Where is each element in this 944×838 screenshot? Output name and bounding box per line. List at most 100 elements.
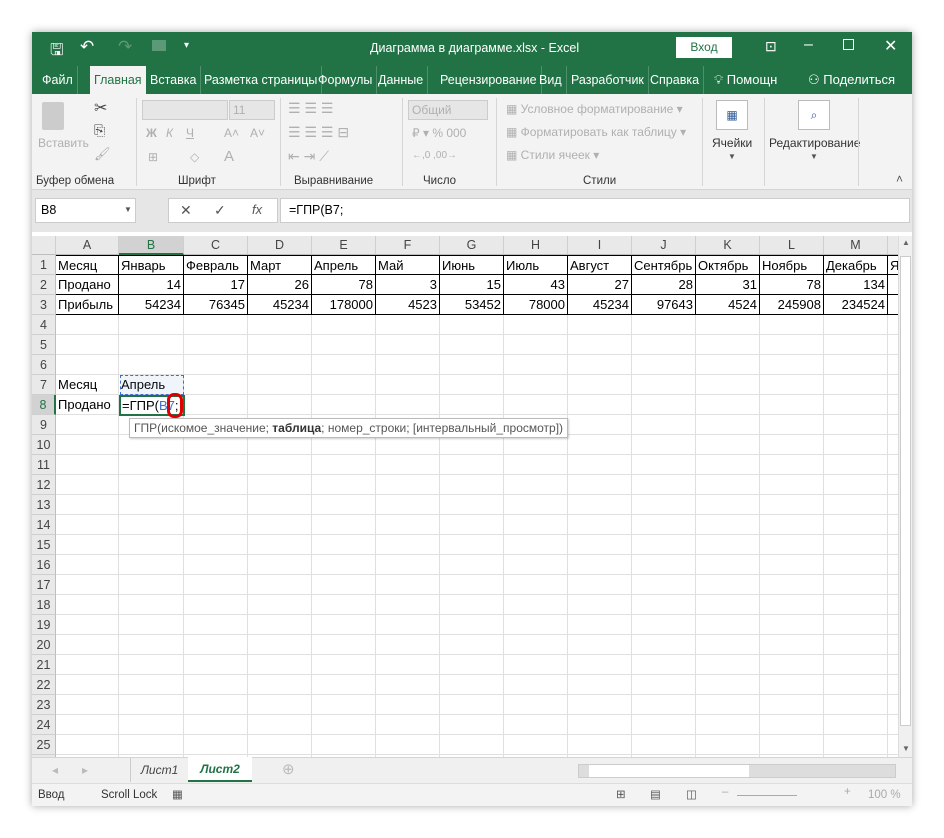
- cell-M23[interactable]: [824, 695, 888, 715]
- cell-D12[interactable]: [248, 475, 312, 495]
- cell-F1[interactable]: Май: [376, 255, 440, 275]
- cell-A3[interactable]: Прибыль: [56, 295, 119, 315]
- row-header-5[interactable]: 5: [32, 335, 56, 355]
- row-header-22[interactable]: 22: [32, 675, 56, 695]
- cell-K7[interactable]: [696, 375, 760, 395]
- cell-K14[interactable]: [696, 515, 760, 535]
- cell-F4[interactable]: [376, 315, 440, 335]
- cell-E12[interactable]: [312, 475, 376, 495]
- number-format-select[interactable]: Общий: [408, 100, 488, 120]
- indent-icon[interactable]: ⇤ ⇥ ⟋: [288, 148, 329, 165]
- tab-1[interactable]: Главная: [90, 66, 146, 94]
- add-sheet-icon[interactable]: ⊕: [282, 760, 295, 778]
- cell-G17[interactable]: [440, 575, 504, 595]
- cell-D17[interactable]: [248, 575, 312, 595]
- cell-C17[interactable]: [184, 575, 248, 595]
- cell-E20[interactable]: [312, 635, 376, 655]
- cell-N17[interactable]: [888, 575, 898, 595]
- cell-B2[interactable]: 14: [119, 275, 184, 295]
- cell-J9[interactable]: [632, 415, 696, 435]
- cell-E22[interactable]: [312, 675, 376, 695]
- cell-N13[interactable]: [888, 495, 898, 515]
- cell-K11[interactable]: [696, 455, 760, 475]
- cell-G13[interactable]: [440, 495, 504, 515]
- cell-J10[interactable]: [632, 435, 696, 455]
- cell-G23[interactable]: [440, 695, 504, 715]
- cell-H19[interactable]: [504, 615, 568, 635]
- cell-L20[interactable]: [760, 635, 824, 655]
- cell-C6[interactable]: [184, 355, 248, 375]
- cell-H20[interactable]: [504, 635, 568, 655]
- cell-L24[interactable]: [760, 715, 824, 735]
- cell-L14[interactable]: [760, 515, 824, 535]
- cell-D6[interactable]: [248, 355, 312, 375]
- prev-sheet-icon[interactable]: ◂: [52, 763, 58, 777]
- row-header-25[interactable]: 25: [32, 735, 56, 755]
- signin-button[interactable]: Вход: [676, 37, 732, 58]
- cell-L21[interactable]: [760, 655, 824, 675]
- column-header-B[interactable]: B: [119, 236, 184, 255]
- cell-F20[interactable]: [376, 635, 440, 655]
- column-header-E[interactable]: E: [312, 236, 376, 255]
- row-header-3[interactable]: 3: [32, 295, 56, 315]
- cell-H22[interactable]: [504, 675, 568, 695]
- cell-G19[interactable]: [440, 615, 504, 635]
- cell-G16[interactable]: [440, 555, 504, 575]
- cell-N8[interactable]: [888, 395, 898, 415]
- cell-C7[interactable]: [184, 375, 248, 395]
- cell-A20[interactable]: [56, 635, 119, 655]
- cell-I20[interactable]: [568, 635, 632, 655]
- cell-K9[interactable]: [696, 415, 760, 435]
- cell-B21[interactable]: [119, 655, 184, 675]
- close-button[interactable]: ✕: [884, 36, 897, 56]
- column-header-L[interactable]: L: [760, 236, 824, 255]
- cell-F10[interactable]: [376, 435, 440, 455]
- italic-button[interactable]: К: [166, 126, 173, 140]
- cell-E6[interactable]: [312, 355, 376, 375]
- cell-C25[interactable]: [184, 735, 248, 755]
- cell-E11[interactable]: [312, 455, 376, 475]
- cell-L6[interactable]: [760, 355, 824, 375]
- cell-F5[interactable]: [376, 335, 440, 355]
- cell-N6[interactable]: [888, 355, 898, 375]
- cell-M12[interactable]: [824, 475, 888, 495]
- tab-2[interactable]: Вставка: [146, 66, 202, 94]
- cell-G21[interactable]: [440, 655, 504, 675]
- cell-F17[interactable]: [376, 575, 440, 595]
- cell-A10[interactable]: [56, 435, 119, 455]
- cell-N16[interactable]: [888, 555, 898, 575]
- row-header-2[interactable]: 2: [32, 275, 56, 295]
- cell-A12[interactable]: [56, 475, 119, 495]
- cell-B10[interactable]: [119, 435, 184, 455]
- cell-G18[interactable]: [440, 595, 504, 615]
- cell-M15[interactable]: [824, 535, 888, 555]
- cell-I5[interactable]: [568, 335, 632, 355]
- cell-D5[interactable]: [248, 335, 312, 355]
- cell-N18[interactable]: [888, 595, 898, 615]
- tab-5[interactable]: Данные: [374, 66, 429, 94]
- cell-C3[interactable]: 76345: [184, 295, 248, 315]
- cell-N24[interactable]: [888, 715, 898, 735]
- cell-A25[interactable]: [56, 735, 119, 755]
- cell-J15[interactable]: [632, 535, 696, 555]
- cell-K3[interactable]: 4524: [696, 295, 760, 315]
- cell-L25[interactable]: [760, 735, 824, 755]
- align-left-icon[interactable]: ☰ ☰ ☰ ⊟: [288, 124, 349, 141]
- zoom-level[interactable]: 100 %: [868, 789, 901, 801]
- cell-L2[interactable]: 78: [760, 275, 824, 295]
- row-header-12[interactable]: 12: [32, 475, 56, 495]
- cell-D13[interactable]: [248, 495, 312, 515]
- cell-I24[interactable]: [568, 715, 632, 735]
- cell-D3[interactable]: 45234: [248, 295, 312, 315]
- cell-G2[interactable]: 15: [440, 275, 504, 295]
- cell-I9[interactable]: [568, 415, 632, 435]
- cell-I16[interactable]: [568, 555, 632, 575]
- cell-I6[interactable]: [568, 355, 632, 375]
- row-header-23[interactable]: 23: [32, 695, 56, 715]
- cell-I4[interactable]: [568, 315, 632, 335]
- cell-F15[interactable]: [376, 535, 440, 555]
- cell-N5[interactable]: [888, 335, 898, 355]
- cell-C24[interactable]: [184, 715, 248, 735]
- vertical-scrollbar[interactable]: ▲ ▼: [898, 236, 912, 757]
- cell-J13[interactable]: [632, 495, 696, 515]
